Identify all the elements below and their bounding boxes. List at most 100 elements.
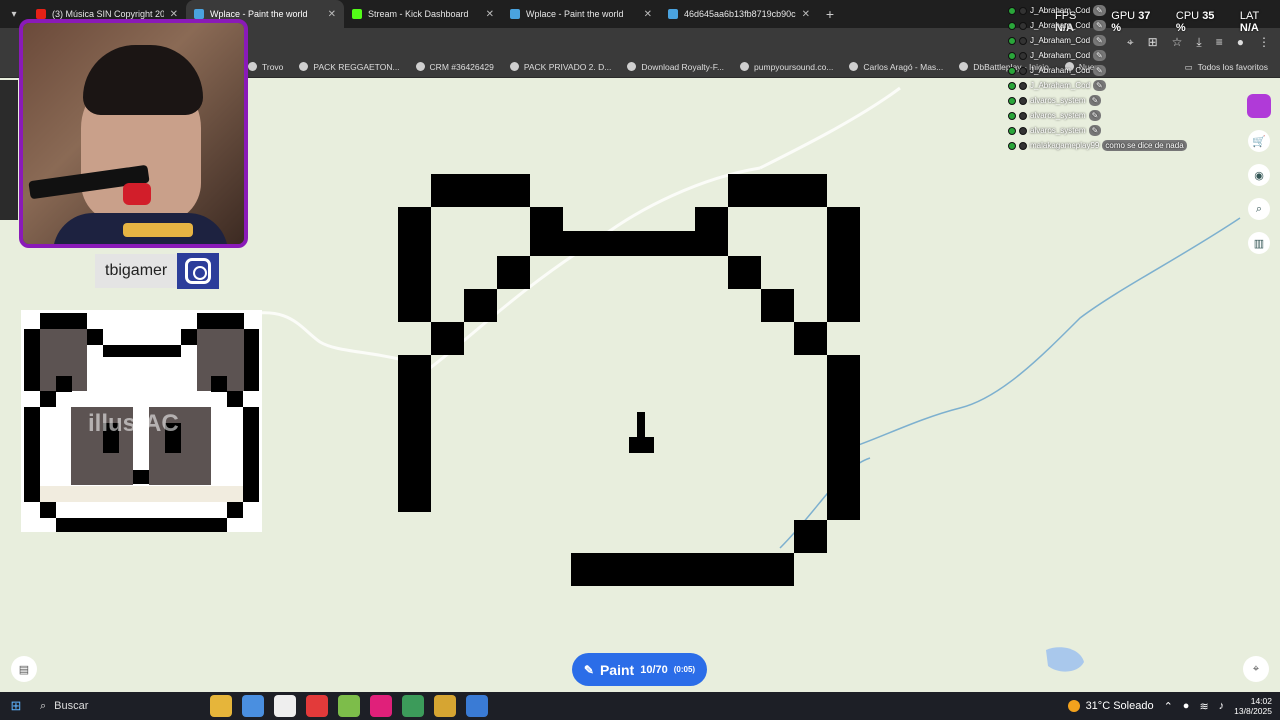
tab-4[interactable]: 46d645aa6b13fb8719cb90c3d ✕ [660,0,818,28]
weather-widget[interactable]: 31°C Soleado [1067,700,1154,712]
menu-icon[interactable]: ≡ [1216,35,1223,49]
chat-message: J_Abraham_Cod ✎ [1008,78,1208,93]
chat-emote-icon: ✎ [1088,95,1102,106]
bookmark-list: Trovo PACK REGGAETON... CRM #36426429 PACK … [248,62,1119,72]
microphone-icon[interactable]: ● [1183,700,1190,712]
bookmark-item[interactable]: Download Royalty-F... [627,62,724,72]
chat-overlay: J_Abraham_Cod ✎ J_Abraham_Cod ✎ J_Abraham_Co… [1008,3,1208,153]
chat-message: J_Abraham_Cod ✎ [1008,18,1208,33]
badge-icon [1019,111,1027,120]
tab-3[interactable]: Wplace - Paint the world ✕ [502,0,660,28]
clock[interactable]: 14:02 13/8/2025 [1234,696,1272,716]
bookmark-item[interactable]: PACK REGGAETON... [299,62,400,72]
chat-username: J_Abraham_Cod [1030,51,1091,60]
chat-username: J_Abraham_Cod [1030,81,1091,90]
tab-title: Wplace - Paint the world [526,9,624,19]
globe-icon [668,9,678,19]
chat-message: J_Abraham_Cod ✎ [1008,63,1208,78]
taskbar-apps [210,695,488,717]
bookmark-item[interactable]: Trovo [248,62,283,72]
badge-icon [1008,111,1016,120]
bookmark-item[interactable]: PACK PRIVADO 2. D... [509,61,612,72]
paint-count: 10/70 [640,663,668,676]
obs-icon[interactable] [274,695,296,717]
chrome-profile-icon[interactable] [402,695,424,717]
badge-icon [1008,6,1016,15]
screen: ▾ (3) Música SIN Copyright 20 ✕ Wplace - P… [0,0,1280,720]
map-layers-button[interactable]: ▤ [11,656,37,682]
stat-3: LAT N/A [1240,10,1280,34]
chat-emote-icon: ✎ [1093,20,1106,31]
chat-username: J_Abraham_Cod [1030,6,1091,15]
badge-icon [1008,126,1016,135]
users-icon[interactable]: ◉ [1248,164,1270,186]
close-tab-icon[interactable]: ✕ [644,9,652,20]
bookmark-favicon-icon [509,62,519,71]
badge-icon [1008,36,1016,45]
bookmark-item[interactable]: Carlos Aragó - Mas... [849,62,943,72]
chat-text: como se dice de nada [1102,140,1187,151]
file-explorer-icon[interactable] [210,695,232,717]
wplace-logo-icon[interactable] [1247,94,1271,118]
bookmark-item[interactable]: pumpyoursound.co... [740,62,833,72]
tiktok-icon[interactable] [370,695,392,717]
locate-me-button[interactable]: ⌖ [1243,656,1269,682]
bookmark-favicon-icon [415,62,425,71]
badge-icon [1019,66,1027,75]
sun-icon [1067,700,1080,712]
start-button[interactable]: ⊞ [0,698,32,714]
paint-app-icon[interactable] [466,695,488,717]
globe-icon [194,9,204,19]
chat-username: alvaros_system [1030,96,1086,105]
streamer-name-tag: tbigamer [95,253,220,289]
wifi-icon[interactable]: ≋ [1199,700,1208,713]
badge-icon [1019,21,1027,30]
globe-icon [510,9,520,19]
badge-icon [1019,81,1027,90]
leaderboard-icon[interactable]: ▥ [1248,232,1270,254]
badge-icon [1008,66,1016,75]
bookmark-label: PACK PRIVADO 2. D... [523,61,612,72]
bookmark-favicon-icon [248,62,257,71]
chat-emote-icon: ✎ [1093,80,1106,91]
chat-username: alvaros_system [1030,111,1086,120]
chat-username: malakagameplay99 [1030,141,1100,150]
left-tool-rail [0,80,18,220]
system-tray: 31°C Soleado ⌃ ● ≋ ♪ 14:02 13/8/2025 [1067,692,1272,720]
bookmark-label: Trovo [262,61,284,72]
close-tab-icon[interactable]: ✕ [802,9,810,20]
tray-arrow-icon[interactable]: ⌃ [1164,700,1173,713]
bookmark-favicon-icon [740,62,750,71]
close-tab-icon[interactable]: ✕ [328,9,336,20]
bookmark-favicon-icon [959,62,969,71]
stat-value: N/A [1239,22,1259,34]
close-tab-icon[interactable]: ✕ [486,9,494,20]
bookmark-favicon-icon [849,62,859,71]
recording-app-icon[interactable] [306,695,328,717]
game-app-icon[interactable] [338,695,360,717]
more-options-icon[interactable]: ⋮ [1258,35,1270,49]
new-tab-button[interactable]: + [818,6,842,22]
chat-message: malakagameplay99 como se dice de nada [1008,138,1208,153]
bookmark-item[interactable]: CRM #36426429 [415,62,494,72]
badge-icon [1008,21,1016,30]
badge-icon [1019,36,1027,45]
webcam-feed [19,19,248,248]
chat-username: alvaros_system [1030,126,1086,135]
chrome-icon[interactable] [242,695,264,717]
watermark: illustAC [88,410,179,437]
tab-2[interactable]: Stream - Kick Dashboard ✕ [344,0,502,28]
badge-icon [1019,51,1027,60]
search-icon[interactable]: ⌕ [1248,198,1270,220]
chat-emote-icon: ✎ [1093,35,1106,46]
kick-icon [352,9,362,19]
paint-button[interactable]: ✎ Paint 10/70 (0:05) [572,653,707,686]
taskbar-search[interactable]: ⌕ Buscar [32,695,162,717]
store-icon[interactable]: 🛒 [1248,130,1270,152]
chat-emote-icon: ✎ [1093,5,1106,16]
close-tab-icon[interactable]: ✕ [170,9,178,20]
bluestacks-icon[interactable] [434,695,456,717]
volume-icon[interactable]: ♪ [1219,700,1225,712]
profile-avatar[interactable]: ● [1237,35,1244,49]
badge-icon [1008,141,1016,150]
